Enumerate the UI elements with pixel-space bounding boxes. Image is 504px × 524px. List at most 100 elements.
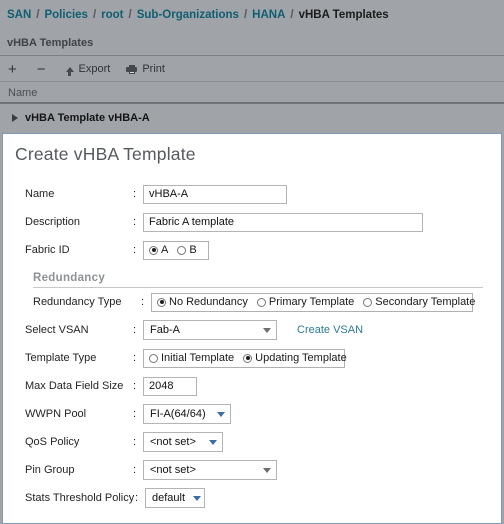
redundancy-type-option-secondary-template-label: Secondary Template bbox=[375, 296, 476, 308]
breadcrumb-separator: / bbox=[243, 9, 248, 21]
grid-toolbar: + − Export Print bbox=[0, 57, 504, 82]
qos-policy-colon: : bbox=[133, 436, 137, 448]
template-type-label: Template Type bbox=[25, 352, 97, 364]
pin-group-dropdown[interactable]: <not set> bbox=[143, 460, 277, 480]
form-row-pin-group: Pin Group : <not set> bbox=[3, 456, 501, 484]
form-row-template-type: Template Type : Initial Template Updatin… bbox=[3, 344, 501, 372]
select-vsan-label: Select VSAN bbox=[25, 324, 89, 336]
redundancy-type-radio-group: No Redundancy Primary Template Secondary… bbox=[151, 292, 475, 312]
form-row-redundancy-type: Redundancy Type : No Redundancy Primary … bbox=[3, 288, 501, 316]
form-row-select-vsan: Select VSAN : Fab-A Create VSAN bbox=[3, 316, 501, 344]
max-data-field-size-label: Max Data Field Size bbox=[25, 380, 124, 392]
form-row-max-data-field-size: Max Data Field Size : 2048 bbox=[3, 372, 501, 400]
fabric-id-option-a[interactable]: A bbox=[149, 244, 168, 256]
select-vsan-dropdown[interactable]: Fab-A bbox=[143, 320, 277, 340]
breadcrumb: SAN / Policies / root / Sub-Organization… bbox=[0, 0, 504, 30]
stats-threshold-policy-dropdown[interactable]: default bbox=[145, 488, 205, 508]
redundancy-type-option-primary-template-label: Primary Template bbox=[268, 296, 355, 308]
form-row-wwpn-pool: WWPN Pool : FI-A(64/64) bbox=[3, 400, 501, 428]
breadcrumb-item-sub-organizations[interactable]: Sub-Organizations bbox=[137, 9, 239, 21]
fabric-id-option-b[interactable]: B bbox=[177, 244, 197, 256]
template-type-option-initial[interactable]: Initial Template bbox=[149, 352, 234, 364]
application-window: SAN / Policies / root / Sub-Organization… bbox=[0, 0, 504, 524]
fabric-id-label: Fabric ID bbox=[25, 244, 70, 256]
stats-threshold-policy-colon: : bbox=[135, 492, 139, 504]
table-row[interactable]: vHBA Template vHBA-A bbox=[0, 106, 504, 130]
qos-policy-dropdown[interactable]: <not set> bbox=[143, 432, 223, 452]
breadcrumb-separator: / bbox=[128, 9, 132, 21]
wwpn-pool-value: FI-A(64/64) bbox=[150, 408, 206, 420]
chevron-down-icon bbox=[263, 467, 271, 473]
grid-column-header: Name bbox=[0, 83, 504, 104]
print-button[interactable]: Print bbox=[126, 63, 165, 75]
template-type-option-updating-label: Updating Template bbox=[255, 352, 347, 364]
stats-threshold-policy-label: Stats Threshold Policy bbox=[25, 492, 135, 504]
redundancy-section-label: Redundancy bbox=[33, 272, 483, 288]
name-input[interactable]: vHBA-A bbox=[143, 184, 287, 204]
export-button[interactable]: Export bbox=[65, 63, 111, 76]
column-header-name[interactable]: Name bbox=[8, 87, 37, 99]
breadcrumb-item-san[interactable]: SAN bbox=[7, 9, 31, 21]
form-row-name: Name : vHBA-A bbox=[3, 180, 501, 208]
breadcrumb-item-root[interactable]: root bbox=[101, 9, 123, 21]
redundancy-type-colon: : bbox=[141, 296, 145, 308]
fabric-id-radio-group: A B bbox=[143, 240, 209, 260]
table-row-label: vHBA Template vHBA-A bbox=[25, 112, 150, 124]
name-label: Name bbox=[25, 188, 55, 200]
redundancy-type-option-secondary-template[interactable]: Secondary Template bbox=[363, 296, 475, 308]
max-data-field-size-input[interactable]: 2048 bbox=[143, 376, 197, 396]
breadcrumb-separator: / bbox=[92, 9, 97, 21]
radio-icon bbox=[256, 297, 266, 307]
form-row-qos-policy: QoS Policy : <not set> bbox=[3, 428, 501, 456]
template-type-option-updating[interactable]: Updating Template bbox=[243, 352, 347, 364]
wwpn-pool-label: WWPN Pool bbox=[25, 408, 87, 420]
template-type-radio-group: Initial Template Updating Template bbox=[143, 348, 347, 368]
page-title: vHBA Templates bbox=[0, 30, 504, 56]
create-vsan-link[interactable]: Create VSAN bbox=[297, 324, 363, 336]
form-row-description: Description : Fabric A template bbox=[3, 208, 501, 236]
add-button[interactable]: + bbox=[8, 62, 21, 77]
breadcrumb-separator: / bbox=[36, 9, 40, 21]
pin-group-label: Pin Group bbox=[25, 464, 75, 476]
max-data-field-size-colon: : bbox=[133, 380, 137, 392]
fabric-id-option-b-label: B bbox=[189, 244, 197, 256]
qos-policy-label: QoS Policy bbox=[25, 436, 80, 448]
plus-icon: + bbox=[8, 60, 17, 78]
template-type-colon: : bbox=[133, 352, 137, 364]
wwpn-pool-dropdown[interactable]: FI-A(64/64) bbox=[143, 404, 231, 424]
redundancy-type-option-no-redundancy[interactable]: No Redundancy bbox=[157, 296, 248, 308]
radio-icon bbox=[363, 297, 373, 307]
chevron-down-icon bbox=[193, 495, 202, 501]
export-icon bbox=[65, 66, 74, 76]
pin-group-value: <not set> bbox=[150, 464, 196, 476]
chevron-down-icon bbox=[209, 439, 217, 445]
qos-policy-value: <not set> bbox=[150, 436, 196, 448]
name-input-value: vHBA-A bbox=[149, 188, 189, 200]
description-input[interactable]: Fabric A template bbox=[143, 212, 423, 232]
remove-button[interactable]: − bbox=[37, 62, 50, 77]
breadcrumb-item-hana[interactable]: HANA bbox=[252, 9, 285, 21]
select-vsan-colon: : bbox=[133, 324, 137, 336]
breadcrumb-item-vhba-templates: vHBA Templates bbox=[298, 9, 389, 21]
radio-icon bbox=[243, 353, 253, 363]
template-type-option-initial-label: Initial Template bbox=[161, 352, 235, 364]
description-colon: : bbox=[133, 216, 137, 228]
form-row-fabric-id: Fabric ID : A B bbox=[3, 236, 501, 264]
form-row-stats-threshold-policy: Stats Threshold Policy : default bbox=[3, 484, 501, 512]
chevron-right-icon[interactable] bbox=[12, 114, 18, 122]
radio-icon bbox=[149, 353, 158, 363]
description-input-value: Fabric A template bbox=[149, 216, 234, 228]
breadcrumb-item-policies[interactable]: Policies bbox=[44, 9, 87, 21]
export-label: Export bbox=[78, 63, 111, 75]
radio-icon bbox=[149, 245, 158, 255]
dialog-title: Create vHBA Template bbox=[15, 144, 196, 164]
print-label: Print bbox=[142, 63, 165, 75]
select-vsan-value: Fab-A bbox=[150, 324, 180, 336]
wwpn-pool-colon: : bbox=[133, 408, 137, 420]
fabric-id-colon: : bbox=[133, 244, 137, 256]
redundancy-type-option-primary-template[interactable]: Primary Template bbox=[256, 296, 355, 308]
create-vhba-template-dialog: Create vHBA Template Name : vHBA-A Descr… bbox=[2, 133, 502, 524]
max-data-field-size-value: 2048 bbox=[149, 380, 174, 392]
stats-threshold-policy-value: default bbox=[152, 492, 186, 504]
pin-group-colon: : bbox=[133, 464, 137, 476]
